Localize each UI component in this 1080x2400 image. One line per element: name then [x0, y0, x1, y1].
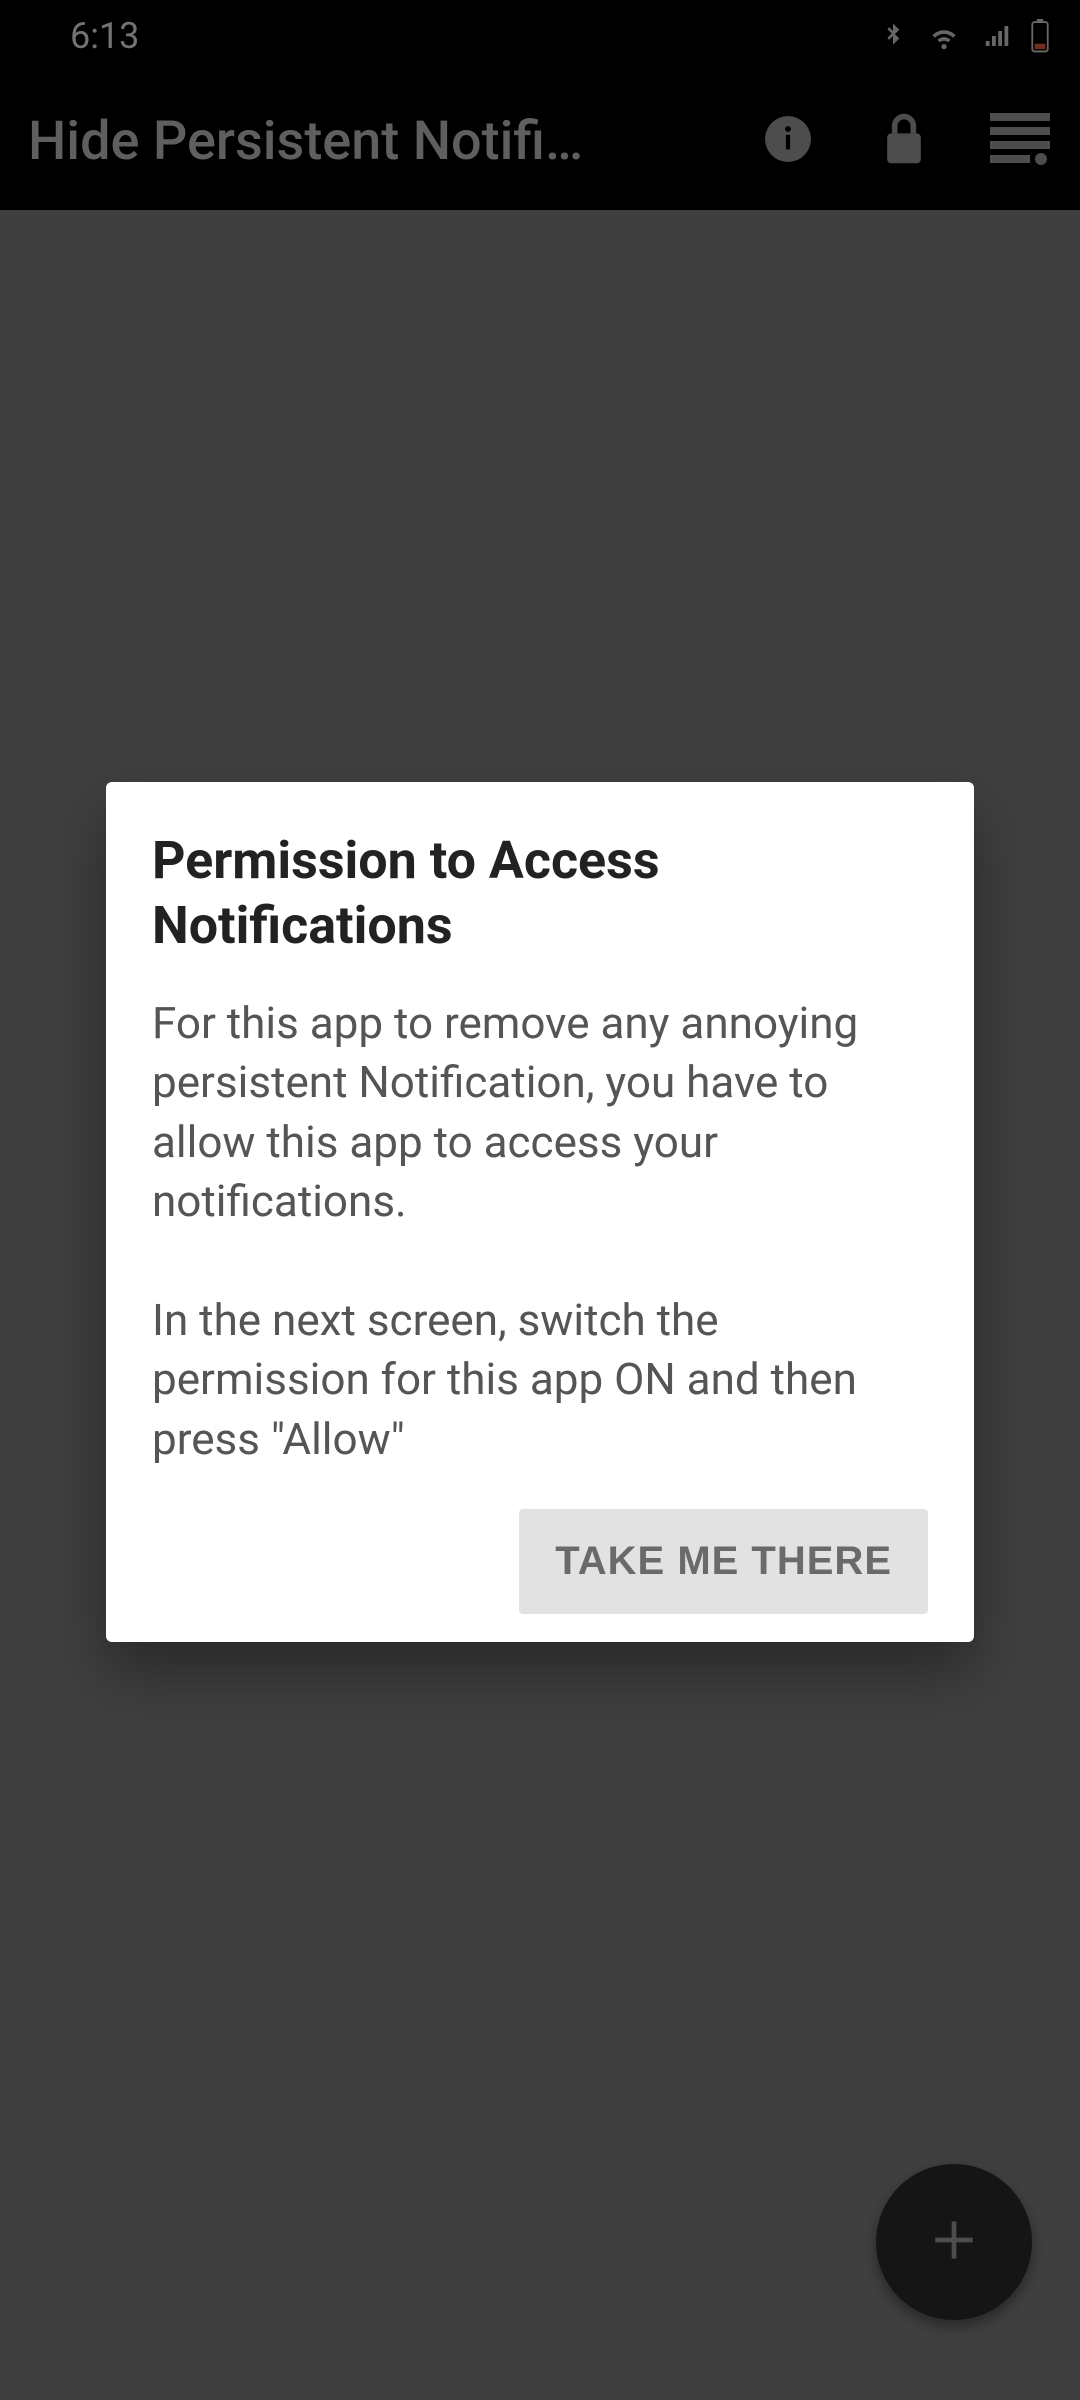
dialog-actions: TAKE ME THERE	[152, 1509, 928, 1614]
permission-dialog: Permission to Access Notifications For t…	[106, 782, 974, 1642]
dialog-title: Permission to Access Notifications	[152, 828, 928, 958]
dialog-body: For this app to remove any annoying pers…	[152, 994, 928, 1469]
take-me-there-button[interactable]: TAKE ME THERE	[519, 1509, 928, 1614]
